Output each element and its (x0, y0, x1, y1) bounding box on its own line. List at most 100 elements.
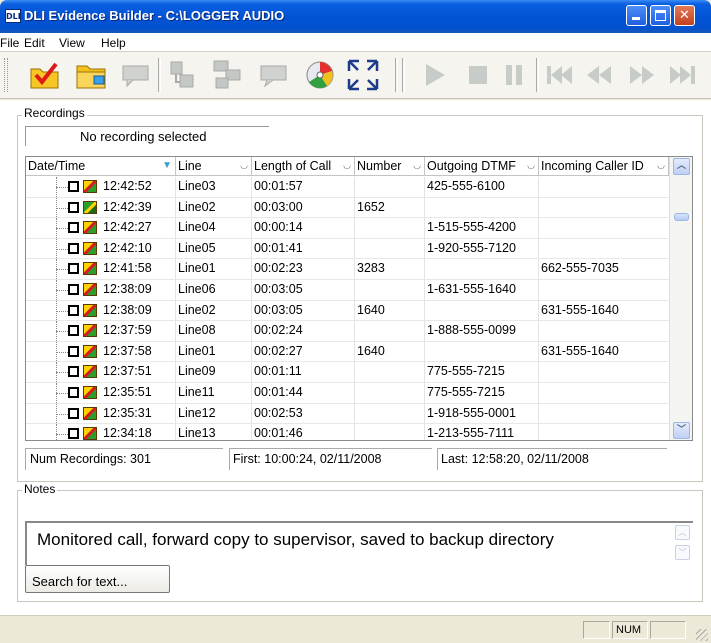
table-row[interactable]: 12:42:39 Line02 00:03:00 1652 (26, 197, 669, 219)
status-bar: NUM (0, 615, 711, 643)
notes-scrollbar[interactable]: ︿ ﹀ (672, 523, 693, 565)
table-row[interactable]: 12:35:31 Line12 00:02:53 1-918-555-0001 (26, 403, 669, 425)
cell-line: Line13 (178, 426, 216, 441)
table-row[interactable]: 12:41:58 Line01 00:02:23 3283 662-555-7035 (26, 259, 669, 280)
app-logo-icon[interactable]: DLI (5, 9, 21, 23)
chevron-up-icon[interactable]: ︿ (675, 525, 690, 540)
note-icon[interactable] (257, 58, 291, 92)
table-row[interactable]: 12:42:10 Line05 00:01:41 1-920-555-7120 (26, 238, 669, 260)
menu-edit[interactable]: Edit (24, 36, 45, 50)
row-checkbox[interactable] (68, 386, 79, 398)
maximize-icon (655, 10, 666, 21)
scroll-up-button[interactable]: ︿ (673, 158, 690, 175)
selection-status-text: No recording selected (80, 129, 207, 144)
cell-caller-id: 631-555-1640 (541, 302, 619, 317)
sort-icon: ◡ (413, 160, 421, 170)
tree-line (56, 434, 68, 436)
close-button[interactable]: ✕ (674, 5, 695, 26)
pause-icon[interactable] (497, 58, 531, 92)
tree-line (56, 310, 68, 312)
recording-icon (83, 344, 97, 358)
row-checkbox[interactable] (68, 428, 79, 440)
recording-icon (83, 200, 97, 214)
play-icon[interactable] (418, 58, 452, 92)
table-row[interactable]: 12:37:51 Line09 00:01:11 775-555-7215 (26, 362, 669, 383)
chevron-up-icon: ︿ (676, 161, 686, 171)
row-checkbox[interactable] (68, 304, 79, 316)
burn-disc-icon[interactable] (303, 58, 337, 92)
export-icon[interactable] (165, 58, 199, 92)
cell-time: 12:42:10 (103, 240, 152, 255)
col-header-label: Number (357, 159, 402, 173)
merge-icon[interactable] (210, 58, 244, 92)
first-recording: First: 10:00:24, 02/11/2008 (233, 452, 382, 466)
comment-icon[interactable] (119, 58, 153, 92)
cell-length: 00:02:23 (254, 261, 303, 276)
cell-length: 00:01:44 (254, 384, 303, 399)
table-row[interactable]: 12:42:52 Line03 00:01:57 425-555-6100 (26, 177, 669, 198)
vertical-scrollbar[interactable]: ︿ ﹀ (669, 157, 692, 440)
title-bar[interactable]: DLI DLI Evidence Builder - C:\LOGGER AUD… (0, 0, 711, 33)
cell-length: 00:01:11 (254, 364, 302, 379)
search-for-text-button[interactable]: Search for text... (25, 565, 170, 593)
recording-icon (83, 282, 97, 296)
skip-end-icon[interactable] (665, 58, 699, 92)
checkmark-folder-icon[interactable] (28, 58, 62, 92)
rewind-icon[interactable] (583, 58, 617, 92)
minimize-button[interactable] (626, 5, 647, 26)
toolbar-grip[interactable] (4, 58, 8, 92)
recordings-table[interactable]: Date/Time ▼ Line ◡ Length of Call ◡ Number ◡… (25, 156, 693, 441)
num-recordings: Num Recordings: 301 (30, 452, 151, 466)
row-checkbox[interactable] (68, 263, 79, 275)
table-row[interactable]: 12:38:09 Line02 00:03:05 1640 631-555-1640 (26, 300, 669, 322)
recording-icon (83, 221, 97, 235)
fast-forward-icon[interactable] (624, 58, 658, 92)
stop-icon[interactable] (461, 58, 495, 92)
row-checkbox[interactable] (68, 325, 79, 337)
fullscreen-icon[interactable] (346, 58, 380, 92)
row-checkbox[interactable] (68, 283, 79, 295)
notes-textbox[interactable]: Monitored call, forward copy to supervis… (25, 521, 693, 565)
row-checkbox[interactable] (68, 366, 79, 378)
cell-time: 12:35:31 (103, 405, 152, 420)
table-row[interactable]: 12:34:18 Line13 00:01:46 1-213-555-7111 (26, 424, 669, 441)
menu-help[interactable]: Help (101, 36, 126, 50)
row-checkbox[interactable] (68, 181, 79, 192)
col-header-length[interactable]: Length of Call ◡ (252, 157, 355, 176)
col-header-dtmf[interactable]: Outgoing DTMF ◡ (425, 157, 539, 176)
row-checkbox[interactable] (68, 242, 79, 254)
table-row[interactable]: 12:42:27 Line04 00:00:14 1-515-555-4200 (26, 218, 669, 239)
menu-file[interactable]: File (0, 36, 19, 50)
cell-length: 00:01:41 (254, 240, 303, 255)
row-checkbox[interactable] (68, 345, 79, 357)
recording-icon (83, 365, 97, 379)
table-row[interactable]: 12:37:58 Line01 00:02:27 1640 631-555-1640 (26, 341, 669, 363)
cell-time: 12:42:52 (103, 179, 152, 193)
col-header-line[interactable]: Line ◡ (176, 157, 252, 176)
tree-line (56, 289, 68, 291)
resize-grip-icon[interactable] (696, 629, 708, 641)
skip-start-icon[interactable] (543, 58, 577, 92)
scroll-down-button[interactable]: ﹀ (673, 422, 690, 439)
cell-line: Line08 (178, 323, 216, 338)
col-header-number[interactable]: Number ◡ (355, 157, 425, 176)
recording-icon (83, 180, 97, 193)
tree-line (56, 424, 57, 440)
table-row[interactable]: 12:37:59 Line08 00:02:24 1-888-555-0099 (26, 321, 669, 342)
row-checkbox[interactable] (68, 201, 79, 213)
row-checkbox[interactable] (68, 407, 79, 419)
chevron-down-icon[interactable]: ﹀ (675, 545, 690, 560)
recording-icon (83, 406, 97, 420)
menu-view[interactable]: View (59, 36, 85, 50)
open-folder-icon[interactable] (74, 58, 108, 92)
table-row[interactable]: 12:38:09 Line06 00:03:05 1-631-555-1640 (26, 279, 669, 301)
scroll-thumb[interactable] (674, 213, 689, 221)
row-checkbox[interactable] (68, 222, 79, 234)
table-row[interactable]: 12:35:51 Line11 00:01:44 775-555-7215 (26, 382, 669, 404)
cell-time: 12:37:59 (103, 323, 152, 338)
maximize-button[interactable] (650, 5, 671, 26)
toolbar-separator (395, 58, 398, 92)
col-header-datetime[interactable]: Date/Time ▼ (26, 157, 176, 176)
col-header-caller-id[interactable]: Incoming Caller ID ◡ (539, 157, 669, 176)
cell-length: 00:01:57 (254, 179, 303, 193)
